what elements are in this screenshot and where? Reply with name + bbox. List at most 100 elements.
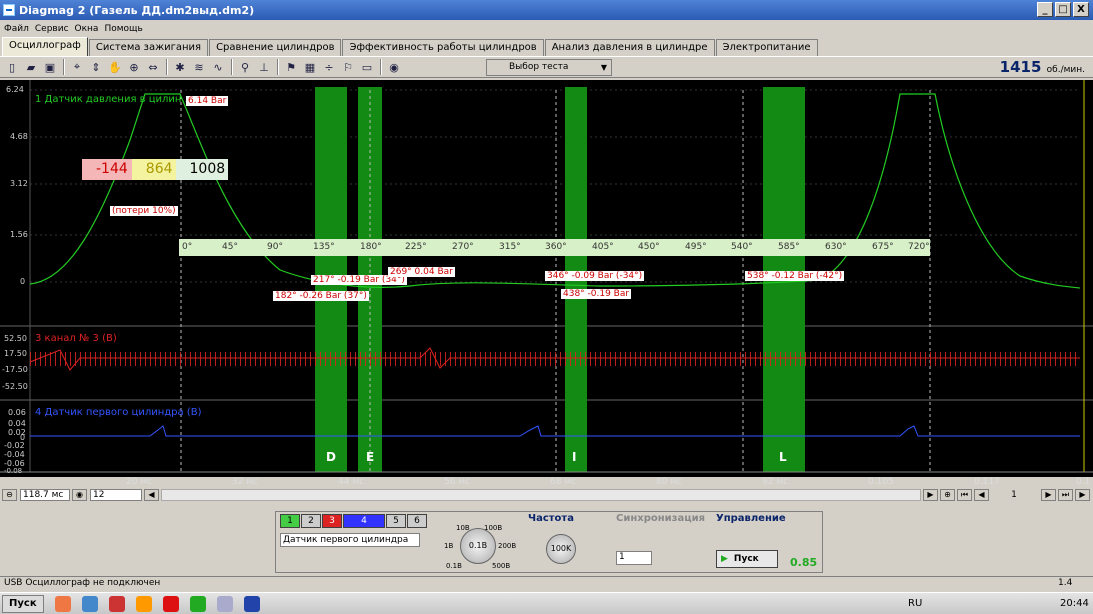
axis-tick-4.68: 4.68 (10, 132, 28, 141)
channel-icon[interactable]: ◉ (72, 489, 87, 501)
zoom-out-icon[interactable]: ⊖ (2, 489, 17, 501)
tab-strip: Осциллограф Система зажигания Сравнение … (2, 37, 819, 56)
time-tick-80: 80 мс (656, 477, 683, 487)
close-button[interactable]: X (1073, 2, 1089, 17)
time-tick-105: 0.105 (868, 477, 894, 487)
hand-icon[interactable]: ✋ (106, 58, 124, 76)
status-bar: USB Осциллограф не подключен 1.4 (0, 576, 1093, 590)
next-page-button[interactable]: ▶ (1041, 489, 1056, 501)
trigger-icon[interactable]: ⚲ (236, 58, 254, 76)
axis-tick-n52.50: -52.50 (2, 382, 28, 391)
tab-pressure-analysis[interactable]: Анализ давления в цилиндре (544, 39, 715, 56)
fit-icon[interactable]: ⇔ (144, 58, 162, 76)
prev-page-button[interactable]: ◀ (974, 489, 989, 501)
table-icon[interactable]: ▦ (301, 58, 319, 76)
channel-button-4[interactable]: 4 (343, 514, 385, 528)
time-tick-117: 0.117 (974, 477, 1000, 487)
tab-oscilloscope[interactable]: Осциллограф (2, 37, 88, 56)
angle-scale: 0° 45° 90° 135° 180° 225° 270° 315° 360°… (179, 239, 930, 256)
control-title: Управление (716, 513, 786, 524)
sync-title: Синхронизация (616, 513, 706, 524)
chrome-icon[interactable] (54, 595, 71, 612)
notepad-icon[interactable] (216, 595, 233, 612)
status-text: USB Осциллограф не подключен (4, 578, 161, 588)
spectrum-icon[interactable]: ≋ (190, 58, 208, 76)
tab-ignition[interactable]: Система зажигания (88, 39, 209, 56)
save-icon[interactable]: ▣ (41, 58, 59, 76)
channel-button-3[interactable]: 3 (322, 514, 342, 528)
rpm-readout: 1415 об./мин. (999, 58, 1085, 76)
zone-label-i: I (572, 450, 577, 464)
last-page-button[interactable]: ⏭ (1058, 489, 1073, 501)
maximize-button[interactable]: □ (1055, 2, 1071, 17)
diagmag-taskbar-icon[interactable] (243, 595, 260, 612)
channel-button-2[interactable]: 2 (301, 514, 321, 528)
marker-icon[interactable]: ⚑ (282, 58, 300, 76)
green-app-icon[interactable] (189, 595, 206, 612)
axis-tick-17.50: 17.50 (4, 349, 27, 358)
play-icon: ▶ (721, 554, 728, 564)
menu-service[interactable]: Сервис (35, 24, 69, 34)
start-button-taskbar[interactable]: Пуск (2, 594, 44, 613)
timebase-select[interactable]: 118.7 мс (20, 489, 70, 501)
axis-tick-52.50: 52.50 (4, 334, 27, 343)
amplitude-knob[interactable]: 0.1В (460, 528, 496, 564)
app-window: Diagmag 2 (Газель ДД.dm2выд.dm2) _ □ X Ф… (0, 0, 1093, 614)
channel-button-6[interactable]: 6 (407, 514, 427, 528)
horizontal-scrollbar[interactable] (161, 489, 921, 501)
play-button[interactable]: ▶ (1075, 489, 1090, 501)
auto-icon[interactable]: ◉ (385, 58, 403, 76)
label-p6: 538° -0.12 Bar (-42°) (745, 271, 845, 281)
minimize-button[interactable]: _ (1037, 2, 1053, 17)
page-icon[interactable]: ▭ (358, 58, 376, 76)
tab-cylinder-compare[interactable]: Сравнение цилиндров (209, 39, 342, 56)
control-value: 0.85 (790, 556, 818, 569)
files-icon[interactable] (81, 595, 98, 612)
opera-icon[interactable] (162, 595, 179, 612)
frequency-knob[interactable]: 100K (546, 534, 576, 564)
axis-tick-6.24: 6.24 (6, 85, 24, 94)
window-title: Diagmag 2 (Газель ДД.dm2выд.dm2) (19, 3, 255, 17)
language-indicator[interactable]: RU (908, 598, 922, 609)
add-page-button[interactable]: ⊕ (940, 489, 955, 501)
channel-sensor-select[interactable]: Датчик первого цилиндра (280, 533, 420, 547)
filter-icon[interactable]: ✱ (171, 58, 189, 76)
test-select[interactable]: Выбор теста ▼ (486, 59, 612, 76)
zoom-icon[interactable]: ⊕ (125, 58, 143, 76)
axis-tick-0.04: 0.04 (8, 419, 26, 428)
sync-select[interactable]: 1 (616, 551, 652, 565)
axis-tick-n0.04: -0.04 (4, 450, 25, 459)
zone-label-d: D (326, 450, 336, 464)
tab-power-supply[interactable]: Электропитание (715, 39, 818, 56)
divide-icon[interactable]: ÷ (320, 58, 338, 76)
cursor-icon[interactable]: ⌖ (68, 58, 86, 76)
cursor-readout: -144 864 1008 (82, 159, 229, 180)
channel-button-1[interactable]: 1 (280, 514, 300, 528)
zero-icon[interactable]: ⊥ (255, 58, 273, 76)
first-page-button[interactable]: ⏮ (957, 489, 972, 501)
channel-4-name: 4 Датчик первого цилиндра (В) (35, 407, 202, 418)
open-folder-icon[interactable]: ▰ (22, 58, 40, 76)
flag-icon[interactable]: ⚐ (339, 58, 357, 76)
menu-windows[interactable]: Окна (75, 24, 99, 34)
frequency-title: Частота (528, 513, 574, 524)
measure-icon[interactable]: ⇕ (87, 58, 105, 76)
channel-scale-select[interactable]: 12 (90, 489, 142, 501)
time-tick-end: 0.1 (1076, 477, 1091, 487)
menu-help[interactable]: Помощь (104, 24, 142, 34)
timebase-bar: ⊖ 118.7 мс ◉ 12 ◀ ▶ ⊕ ⏮ ◀ 1 ▶ ⏭ ▶ (0, 488, 1093, 502)
start-button[interactable]: ▶ Пуск (716, 550, 778, 568)
scroll-left-button[interactable]: ◀ (144, 489, 159, 501)
channel-button-5[interactable]: 5 (386, 514, 406, 528)
menu-file[interactable]: Файл (4, 24, 29, 34)
tab-cylinder-efficiency[interactable]: Эффективность работы цилиндров (342, 39, 544, 56)
scroll-right-button[interactable]: ▶ (923, 489, 938, 501)
oscilloscope-display[interactable]: 6.24 4.68 3.12 1.56 0 52.50 17.50 -17.50… (0, 80, 1093, 487)
new-file-icon[interactable]: ▯ (3, 58, 21, 76)
firefox-icon[interactable] (135, 595, 152, 612)
math-icon[interactable]: ∿ (209, 58, 227, 76)
axis-tick-n17.50: -17.50 (2, 365, 28, 374)
channel-3-waveform (30, 352, 1080, 366)
zone-label-l: L (779, 450, 787, 464)
app-icon-2[interactable] (108, 595, 125, 612)
